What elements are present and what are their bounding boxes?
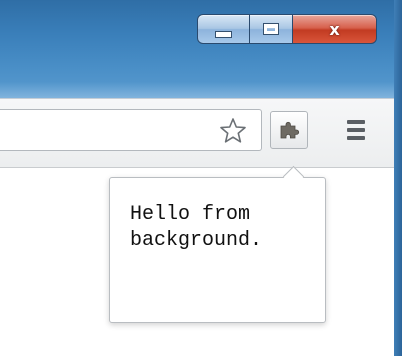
extension-popup: Hello from background. — [109, 165, 326, 323]
browser-toolbar — [0, 98, 394, 168]
close-button[interactable]: x — [293, 14, 377, 44]
star-icon[interactable] — [219, 117, 247, 145]
window-controls: x — [197, 14, 377, 44]
maximize-button[interactable] — [250, 14, 293, 44]
extension-action-button[interactable] — [270, 111, 308, 149]
maximize-icon — [263, 23, 279, 35]
minimize-icon — [215, 30, 232, 38]
popup-message: Hello from background. — [130, 203, 263, 252]
address-bar[interactable] — [0, 109, 262, 151]
window-frame-right-edge — [394, 0, 402, 356]
hamburger-menu-icon — [347, 120, 365, 124]
close-icon: x — [329, 19, 340, 39]
chrome-menu-button[interactable] — [340, 113, 372, 147]
minimize-button[interactable] — [197, 14, 250, 44]
puzzle-piece-icon — [280, 121, 300, 139]
